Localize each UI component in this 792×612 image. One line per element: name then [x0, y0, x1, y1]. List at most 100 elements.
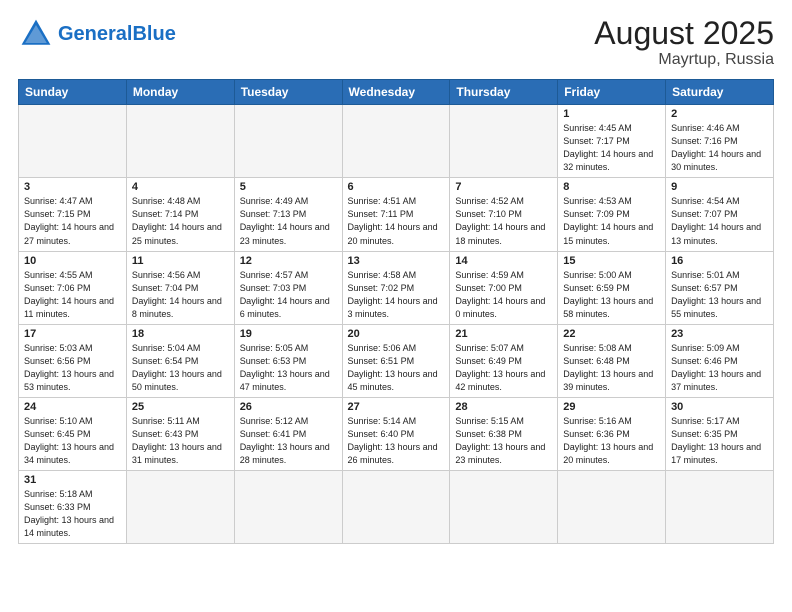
day-cell: 1Sunrise: 4:45 AM Sunset: 7:17 PM Daylig… — [558, 105, 666, 178]
week-row-5: 24Sunrise: 5:10 AM Sunset: 6:45 PM Dayli… — [19, 397, 774, 470]
day-number: 23 — [671, 328, 768, 340]
logo: GeneralBlue — [18, 16, 176, 52]
day-number: 15 — [563, 255, 660, 267]
day-cell: 26Sunrise: 5:12 AM Sunset: 6:41 PM Dayli… — [234, 397, 342, 470]
day-number: 19 — [240, 328, 337, 340]
logo-text: GeneralBlue — [58, 23, 176, 45]
day-number: 24 — [24, 401, 121, 413]
week-row-3: 10Sunrise: 4:55 AM Sunset: 7:06 PM Dayli… — [19, 251, 774, 324]
day-cell: 27Sunrise: 5:14 AM Sunset: 6:40 PM Dayli… — [342, 397, 450, 470]
day-info: Sunrise: 5:05 AM Sunset: 6:53 PM Dayligh… — [240, 342, 337, 394]
weekday-header-saturday: Saturday — [666, 80, 774, 105]
day-number: 6 — [348, 181, 445, 193]
header: GeneralBlue August 2025 Mayrtup, Russia — [18, 16, 774, 69]
day-cell: 21 Sunrise: 5:07 AM Sunset: 6:49 PM Dayli… — [450, 324, 558, 397]
day-info: Sunrise: 5:18 AM Sunset: 6:33 PM Dayligh… — [24, 488, 121, 540]
day-cell — [450, 471, 558, 544]
day-cell: 7Sunrise: 4:52 AM Sunset: 7:10 PM Daylig… — [450, 178, 558, 251]
day-number: 2 — [671, 108, 768, 120]
day-number: 5 — [240, 181, 337, 193]
day-cell: 14 Sunrise: 4:59 AM Sunset: 7:00 PM Dayli… — [450, 251, 558, 324]
day-number: 14 — [455, 255, 552, 267]
day-cell — [234, 105, 342, 178]
weekday-header-sunday: Sunday — [19, 80, 127, 105]
day-cell: 22 Sunrise: 5:08 AM Sunset: 6:48 PM Dayli… — [558, 324, 666, 397]
day-number: 16 — [671, 255, 768, 267]
logo-general: General — [58, 23, 132, 45]
day-info: Sunrise: 4:59 AM Sunset: 7:00 PM Dayligh… — [455, 269, 552, 321]
day-number: 28 — [455, 401, 552, 413]
day-cell: 8Sunrise: 4:53 AM Sunset: 7:09 PM Daylig… — [558, 178, 666, 251]
day-info: Sunrise: 5:08 AM Sunset: 6:48 PM Dayligh… — [563, 342, 660, 394]
day-number: 3 — [24, 181, 121, 193]
day-info: Sunrise: 5:04 AM Sunset: 6:54 PM Dayligh… — [132, 342, 229, 394]
day-info: Sunrise: 5:16 AM Sunset: 6:36 PM Dayligh… — [563, 415, 660, 467]
day-info: Sunrise: 5:11 AM Sunset: 6:43 PM Dayligh… — [132, 415, 229, 467]
day-number: 17 — [24, 328, 121, 340]
day-info: Sunrise: 5:01 AM Sunset: 6:57 PM Dayligh… — [671, 269, 768, 321]
day-number: 30 — [671, 401, 768, 413]
day-cell: 15Sunrise: 5:00 AM Sunset: 6:59 PM Dayli… — [558, 251, 666, 324]
title-block: August 2025 Mayrtup, Russia — [594, 16, 774, 69]
week-row-6: 31 Sunrise: 5:18 AM Sunset: 6:33 PM Dayli… — [19, 471, 774, 544]
day-number: 4 — [132, 181, 229, 193]
week-row-4: 17 Sunrise: 5:03 AM Sunset: 6:56 PM Dayli… — [19, 324, 774, 397]
day-cell — [342, 471, 450, 544]
day-cell: 5Sunrise: 4:49 AM Sunset: 7:13 PM Daylig… — [234, 178, 342, 251]
day-cell — [126, 105, 234, 178]
day-number: 22 — [563, 328, 660, 340]
day-cell — [19, 105, 127, 178]
day-cell: 9 Sunrise: 4:54 AM Sunset: 7:07 PM Daylig… — [666, 178, 774, 251]
day-info: Sunrise: 5:09 AM Sunset: 6:46 PM Dayligh… — [671, 342, 768, 394]
day-cell: 12 Sunrise: 4:57 AM Sunset: 7:03 PM Dayli… — [234, 251, 342, 324]
day-cell: 24Sunrise: 5:10 AM Sunset: 6:45 PM Dayli… — [19, 397, 127, 470]
day-cell: 19 Sunrise: 5:05 AM Sunset: 6:53 PM Dayli… — [234, 324, 342, 397]
day-number: 11 — [132, 255, 229, 267]
weekday-header-row: SundayMondayTuesdayWednesdayThursdayFrid… — [19, 80, 774, 105]
day-number: 1 — [563, 108, 660, 120]
day-cell — [126, 471, 234, 544]
day-info: Sunrise: 5:15 AM Sunset: 6:38 PM Dayligh… — [455, 415, 552, 467]
day-number: 12 — [240, 255, 337, 267]
weekday-header-monday: Monday — [126, 80, 234, 105]
day-number: 10 — [24, 255, 121, 267]
day-info: Sunrise: 4:52 AM Sunset: 7:10 PM Dayligh… — [455, 195, 552, 247]
day-info: Sunrise: 4:57 AM Sunset: 7:03 PM Dayligh… — [240, 269, 337, 321]
day-cell: 18Sunrise: 5:04 AM Sunset: 6:54 PM Dayli… — [126, 324, 234, 397]
day-info: Sunrise: 4:56 AM Sunset: 7:04 PM Dayligh… — [132, 269, 229, 321]
day-info: Sunrise: 5:03 AM Sunset: 6:56 PM Dayligh… — [24, 342, 121, 394]
day-number: 20 — [348, 328, 445, 340]
day-cell: 17 Sunrise: 5:03 AM Sunset: 6:56 PM Dayli… — [19, 324, 127, 397]
day-number: 13 — [348, 255, 445, 267]
day-cell — [558, 471, 666, 544]
month-year: August 2025 — [594, 16, 774, 51]
day-info: Sunrise: 5:07 AM Sunset: 6:49 PM Dayligh… — [455, 342, 552, 394]
day-number: 9 — [671, 181, 768, 193]
logo-icon — [18, 16, 54, 52]
day-number: 31 — [24, 474, 121, 486]
day-info: Sunrise: 4:51 AM Sunset: 7:11 PM Dayligh… — [348, 195, 445, 247]
day-cell: 4Sunrise: 4:48 AM Sunset: 7:14 PM Daylig… — [126, 178, 234, 251]
day-number: 29 — [563, 401, 660, 413]
day-cell — [666, 471, 774, 544]
day-info: Sunrise: 5:17 AM Sunset: 6:35 PM Dayligh… — [671, 415, 768, 467]
day-cell — [234, 471, 342, 544]
day-cell: 20 Sunrise: 5:06 AM Sunset: 6:51 PM Dayli… — [342, 324, 450, 397]
day-cell — [450, 105, 558, 178]
location: Mayrtup, Russia — [594, 51, 774, 69]
day-cell: 11 Sunrise: 4:56 AM Sunset: 7:04 PM Dayli… — [126, 251, 234, 324]
week-row-1: 1Sunrise: 4:45 AM Sunset: 7:17 PM Daylig… — [19, 105, 774, 178]
day-cell: 29 Sunrise: 5:16 AM Sunset: 6:36 PM Dayli… — [558, 397, 666, 470]
day-cell: 2Sunrise: 4:46 AM Sunset: 7:16 PM Daylig… — [666, 105, 774, 178]
weekday-header-thursday: Thursday — [450, 80, 558, 105]
day-info: Sunrise: 4:54 AM Sunset: 7:07 PM Dayligh… — [671, 195, 768, 247]
day-number: 21 — [455, 328, 552, 340]
day-cell: 13Sunrise: 4:58 AM Sunset: 7:02 PM Dayli… — [342, 251, 450, 324]
day-info: Sunrise: 5:06 AM Sunset: 6:51 PM Dayligh… — [348, 342, 445, 394]
day-cell: 23 Sunrise: 5:09 AM Sunset: 6:46 PM Dayli… — [666, 324, 774, 397]
day-cell: 28 Sunrise: 5:15 AM Sunset: 6:38 PM Dayli… — [450, 397, 558, 470]
page: GeneralBlue August 2025 Mayrtup, Russia … — [0, 0, 792, 612]
day-cell — [342, 105, 450, 178]
weekday-header-wednesday: Wednesday — [342, 80, 450, 105]
day-cell: 10Sunrise: 4:55 AM Sunset: 7:06 PM Dayli… — [19, 251, 127, 324]
